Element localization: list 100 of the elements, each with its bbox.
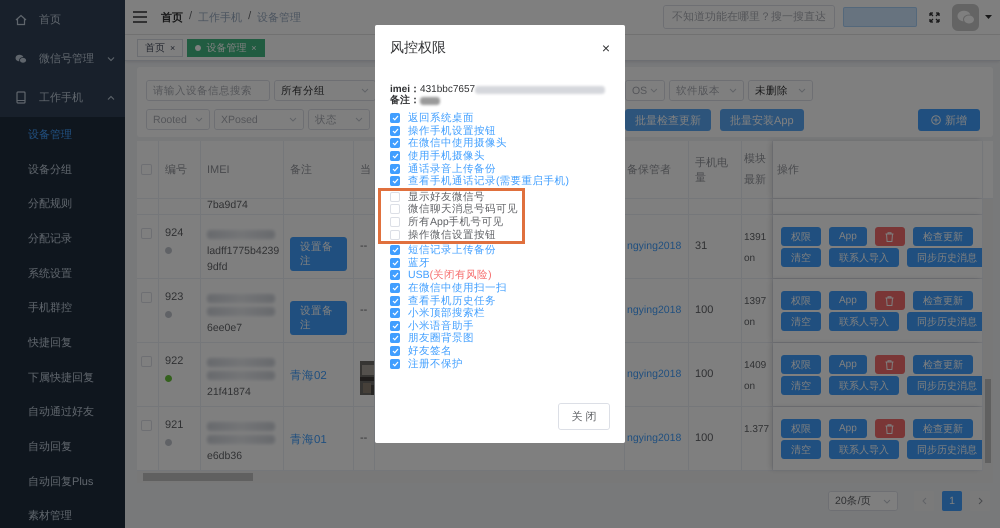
action-button[interactable]: 联系人导入 (829, 248, 899, 267)
select-field[interactable]: 未删除 (748, 80, 813, 101)
action-button[interactable]: 联系人导入 (829, 312, 899, 331)
page-button[interactable]: 1 (942, 491, 962, 511)
keeper-link[interactable]: ngying2018 (627, 432, 682, 444)
checkbox[interactable] (390, 126, 400, 136)
action-button[interactable]: 检查更新 (912, 419, 973, 438)
page-size-select[interactable]: 20条/页 (828, 491, 898, 511)
keeper-link[interactable]: ngying2018 (627, 240, 682, 252)
action-button[interactable]: 检查更新 (912, 355, 973, 374)
sidebar-subitem[interactable]: 快捷回复 (0, 325, 125, 360)
checkbox[interactable] (390, 270, 400, 280)
close-button[interactable]: 关 闭 (558, 403, 610, 430)
checkbox[interactable] (390, 176, 400, 186)
permission-label[interactable]: 注册不保护 (408, 356, 463, 371)
sidebar-subitem[interactable]: 下属快捷回复 (0, 360, 125, 394)
checkbox[interactable] (390, 320, 400, 331)
permission-label[interactable]: USB(关闭有风险) (408, 268, 492, 282)
action-button[interactable]: 同步历史消息 (907, 440, 982, 459)
close-icon[interactable]: × (170, 42, 176, 52)
action-button[interactable]: 检查更新 (912, 291, 973, 310)
action-button[interactable]: 清空 (781, 248, 821, 267)
checkbox[interactable] (390, 346, 400, 356)
action-button[interactable]: 同步历史消息 (907, 248, 982, 267)
delete-button[interactable] (874, 291, 905, 310)
delete-button[interactable] (874, 355, 905, 374)
keeper-link[interactable]: ngying2018 (627, 368, 682, 380)
permission-label[interactable]: 小米顶部搜索栏 (408, 306, 485, 320)
permission-label[interactable]: 在微信中使用摄像头 (408, 136, 507, 150)
sidebar-item[interactable]: 微信号管理 (0, 39, 125, 78)
sidebar-item[interactable]: 首页 (0, 0, 125, 39)
action-button[interactable]: App (829, 419, 867, 438)
action-button[interactable]: 同步历史消息 (907, 376, 982, 395)
checkbox[interactable] (390, 333, 400, 344)
avatar[interactable] (952, 4, 979, 30)
action-button[interactable]: 清空 (781, 376, 821, 395)
action-button[interactable]: 权限 (781, 291, 821, 310)
checkbox[interactable] (390, 151, 400, 162)
set-remark-button[interactable]: 设置备注 (290, 301, 347, 335)
checkbox[interactable] (390, 138, 400, 148)
remark-link[interactable]: 青海01 (290, 432, 327, 447)
action-button[interactable]: 权限 (781, 419, 821, 438)
permission-label[interactable]: 小米语音助手 (408, 318, 474, 333)
permission-label[interactable]: 短信记录上传备份 (408, 243, 496, 258)
checkbox[interactable] (390, 296, 400, 306)
action-button[interactable]: 联系人导入 (829, 440, 899, 459)
checkbox[interactable] (390, 283, 400, 294)
checkbox[interactable] (390, 113, 400, 124)
permission-label[interactable]: 通话录音上传备份 (408, 162, 496, 176)
sidebar-subitem[interactable]: 系统设置 (0, 256, 125, 290)
checkbox[interactable] (390, 258, 400, 268)
action-button[interactable]: 同步历史消息 (907, 312, 982, 331)
keeper-link[interactable]: ngying2018 (627, 304, 682, 316)
action-button[interactable]: 联系人导入 (829, 376, 899, 395)
permission-label[interactable]: 微信聊天消息号码可见 (408, 202, 518, 216)
sidebar-subitem[interactable]: 分配规则 (0, 186, 125, 222)
permission-label[interactable]: 使用手机摄像头 (408, 149, 485, 164)
breadcrumb-item[interactable]: 首页 (161, 10, 183, 24)
close-icon[interactable]: × (602, 41, 610, 55)
sidebar-item[interactable]: 工作手机 (0, 78, 125, 117)
sidebar-subitem[interactable]: 自动通过好友 (0, 394, 125, 430)
action-button[interactable]: App (829, 291, 867, 310)
permission-label[interactable]: 在微信中使用扫一扫 (408, 281, 507, 296)
permission-label[interactable]: 朋友圈背景图 (408, 331, 474, 346)
permission-label[interactable]: 显示好友微信号 (408, 190, 485, 204)
caret-icon[interactable] (985, 15, 992, 19)
permission-label[interactable]: 好友签名 (408, 344, 452, 358)
add-button[interactable]: 新增 (918, 109, 980, 131)
permission-label[interactable]: 返回系统桌面 (408, 111, 474, 126)
fullscreen-icon[interactable] (929, 12, 940, 22)
checkbox[interactable] (390, 358, 400, 369)
permission-label[interactable]: 蓝牙 (408, 256, 430, 270)
action-button[interactable]: App (829, 227, 867, 246)
sidebar-subitem[interactable]: 素材管理 (0, 498, 125, 528)
checkbox[interactable] (390, 164, 400, 174)
checkbox[interactable] (390, 245, 400, 256)
permission-label[interactable]: 所有App手机号可见 (408, 215, 504, 230)
delete-button[interactable] (874, 419, 905, 438)
sidebar-subitem[interactable]: 设备分组 (0, 152, 125, 186)
action-button[interactable]: 权限 (781, 227, 821, 246)
select-field[interactable]: 所有分组 (274, 80, 376, 101)
action-button[interactable]: 清空 (781, 440, 821, 459)
sidebar-subitem[interactable]: 自动回复 (0, 429, 125, 464)
tab[interactable]: 首页 × (137, 38, 184, 56)
tab[interactable]: 设备管理 × (187, 38, 265, 56)
menu-icon[interactable] (133, 11, 147, 23)
action-button[interactable]: 检查更新 (912, 227, 973, 246)
sidebar-subitem[interactable]: 自动回复Plus (0, 464, 125, 499)
action-button[interactable]: App (829, 355, 867, 374)
sidebar-subitem[interactable]: 设备管理 (0, 117, 125, 152)
permission-label[interactable]: 操作微信设置按钮 (408, 228, 496, 242)
permission-label[interactable]: 查看手机通话记录(需要重启手机) (408, 174, 569, 188)
permission-label[interactable]: 操作手机设置按钮 (408, 124, 496, 138)
close-icon[interactable]: × (251, 42, 257, 52)
remark-link[interactable]: 青海02 (290, 368, 327, 383)
action-button[interactable]: 权限 (781, 355, 821, 374)
sidebar-subitem[interactable]: 分配记录 (0, 221, 125, 256)
set-remark-button[interactable]: 设置备注 (290, 237, 347, 271)
checkbox[interactable] (390, 308, 400, 318)
sidebar-subitem[interactable]: 手机群控 (0, 290, 125, 326)
